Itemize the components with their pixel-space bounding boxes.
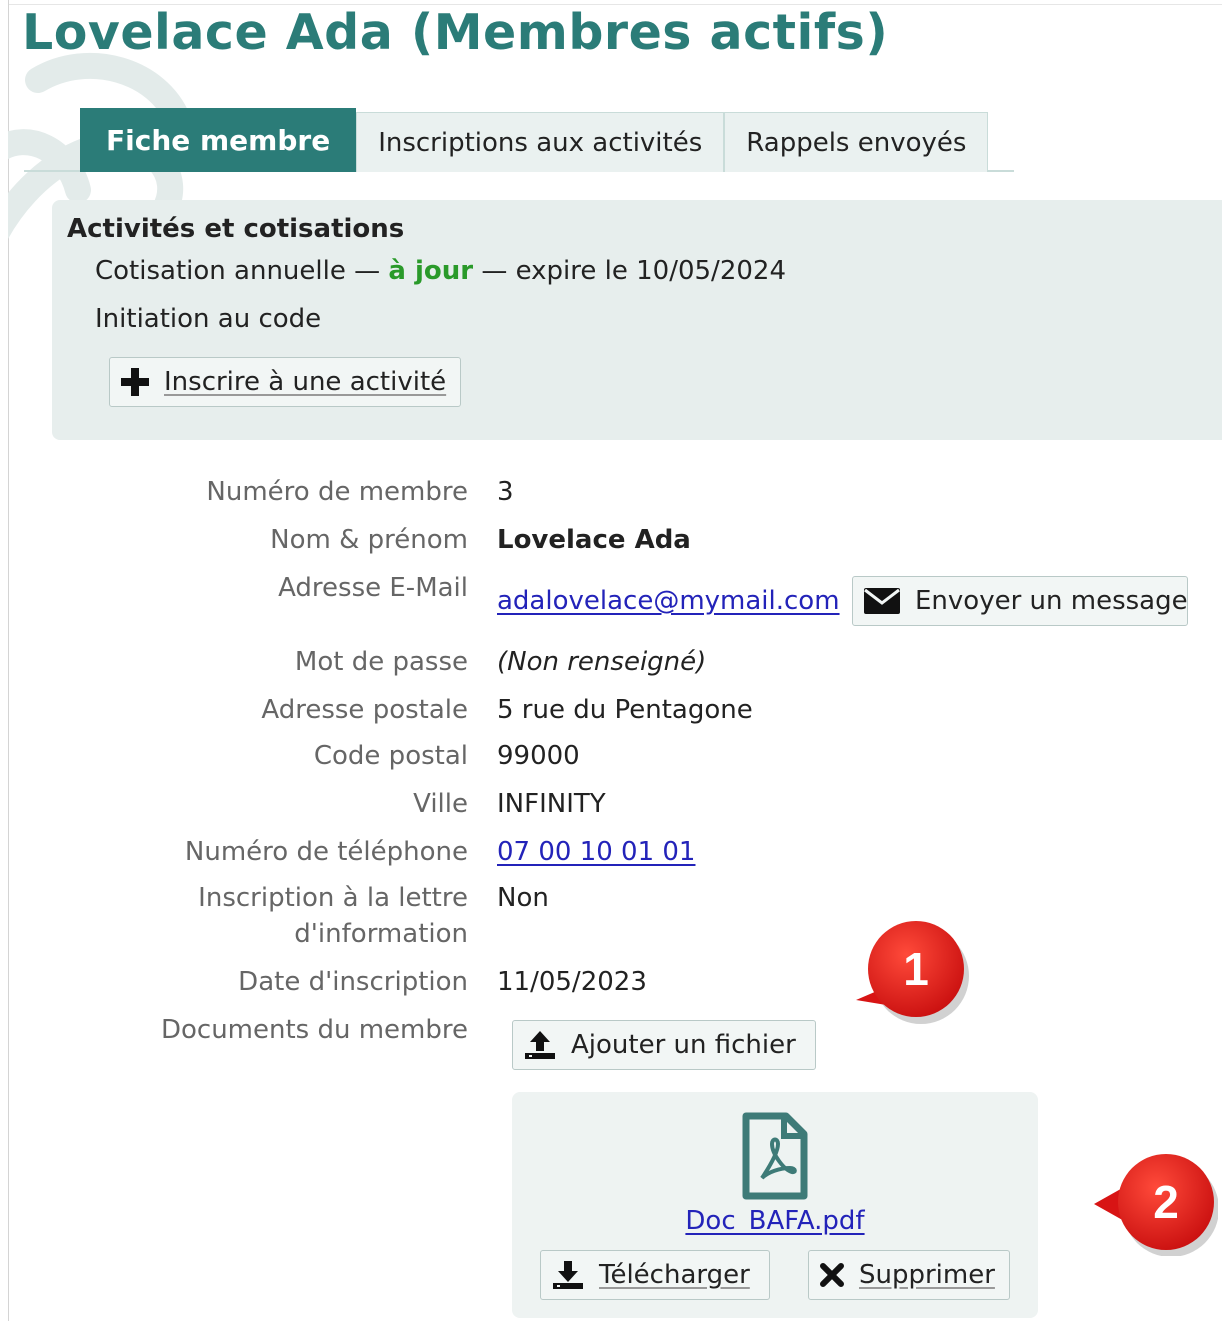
member-number-value: 3 (497, 477, 514, 507)
phone-link[interactable]: 07 00 10 01 01 (497, 837, 695, 867)
email-value: adalovelace@mymail.com (497, 583, 840, 619)
registration-date-label: Date d'inscription (238, 967, 468, 997)
newsletter-label-line1: Inscription à la lettre (198, 883, 468, 913)
enroll-activity-label: Inscrire à une activité (164, 367, 447, 397)
download-icon (551, 1259, 585, 1291)
add-file-button[interactable]: Ajouter un fichier (512, 1020, 816, 1070)
tab-rappels-envoyes[interactable]: Rappels envoyés (724, 112, 989, 172)
document-card: Doc_BAFA.pdf Télécharger Supprimer (512, 1092, 1038, 1318)
city-value: INFINITY (497, 789, 606, 819)
newsletter-label-line2: d'information (294, 919, 468, 949)
name-value: Lovelace Ada (497, 525, 691, 555)
newsletter-value: Non (497, 883, 549, 913)
pdf-file-icon (742, 1112, 808, 1204)
email-link[interactable]: adalovelace@mymail.com (497, 586, 840, 616)
subscription-line: Cotisation annuelle — à jour — expire le… (95, 256, 786, 286)
envelope-icon (863, 587, 901, 615)
address-value: 5 rue du Pentagone (497, 695, 753, 725)
name-label: Nom & prénom (270, 525, 468, 555)
document-filename-link[interactable]: Doc_BAFA.pdf (685, 1206, 864, 1236)
password-value: (Non renseigné) (497, 647, 707, 677)
city-label: Ville (413, 789, 468, 819)
address-label: Adresse postale (261, 695, 468, 725)
member-number-label: Numéro de membre (206, 477, 468, 507)
annotation-badge-1: 1 (852, 918, 972, 1028)
close-icon (819, 1262, 845, 1288)
password-label: Mot de passe (294, 647, 468, 677)
subscription-separator: — (473, 256, 516, 286)
activities-panel: Activités et cotisations Cotisation annu… (52, 200, 1222, 440)
download-button[interactable]: Télécharger (540, 1250, 770, 1300)
activities-title: Activités et cotisations (67, 214, 405, 244)
registration-date-value: 11/05/2023 (497, 967, 647, 997)
send-message-label: Envoyer un message (915, 586, 1188, 616)
documents-label: Documents du membre (160, 1015, 468, 1045)
annotation-number-2: 2 (1153, 1176, 1179, 1228)
download-label: Télécharger (599, 1260, 750, 1290)
newsletter-label: Inscription à la lettre d'information (198, 880, 468, 952)
tab-bar: Fiche membre Inscriptions aux activités … (80, 108, 989, 172)
subscription-status: à jour (388, 256, 474, 286)
annotation-number-1: 1 (903, 943, 929, 995)
activity-name: Initiation au code (95, 304, 322, 334)
tab-inscriptions-activites[interactable]: Inscriptions aux activités (356, 112, 725, 172)
delete-button[interactable]: Supprimer (808, 1250, 1010, 1300)
subscription-name: Cotisation annuelle (95, 256, 346, 286)
page-title: Lovelace Ada (Membres actifs) (22, 4, 889, 61)
annotation-badge-2: 2 (1092, 1150, 1219, 1260)
subscription-expiry: expire le 10/05/2024 (515, 256, 786, 286)
document-filename-wrap: Doc_BAFA.pdf (512, 1206, 1038, 1236)
tab-fiche-membre[interactable]: Fiche membre (80, 108, 357, 172)
postcode-value: 99000 (497, 741, 580, 771)
phone-label: Numéro de téléphone (184, 837, 468, 867)
email-label: Adresse E-Mail (278, 573, 468, 603)
delete-label: Supprimer (859, 1260, 995, 1290)
plus-icon (120, 367, 150, 397)
subscription-separator: — (345, 256, 389, 286)
frame-left-border (8, 0, 9, 1321)
enroll-activity-button[interactable]: Inscrire à une activité (109, 357, 461, 407)
send-message-button[interactable]: Envoyer un message (852, 576, 1188, 626)
phone-value: 07 00 10 01 01 (497, 834, 695, 870)
postcode-label: Code postal (313, 741, 468, 771)
upload-icon (523, 1029, 557, 1061)
add-file-label: Ajouter un fichier (571, 1030, 796, 1060)
